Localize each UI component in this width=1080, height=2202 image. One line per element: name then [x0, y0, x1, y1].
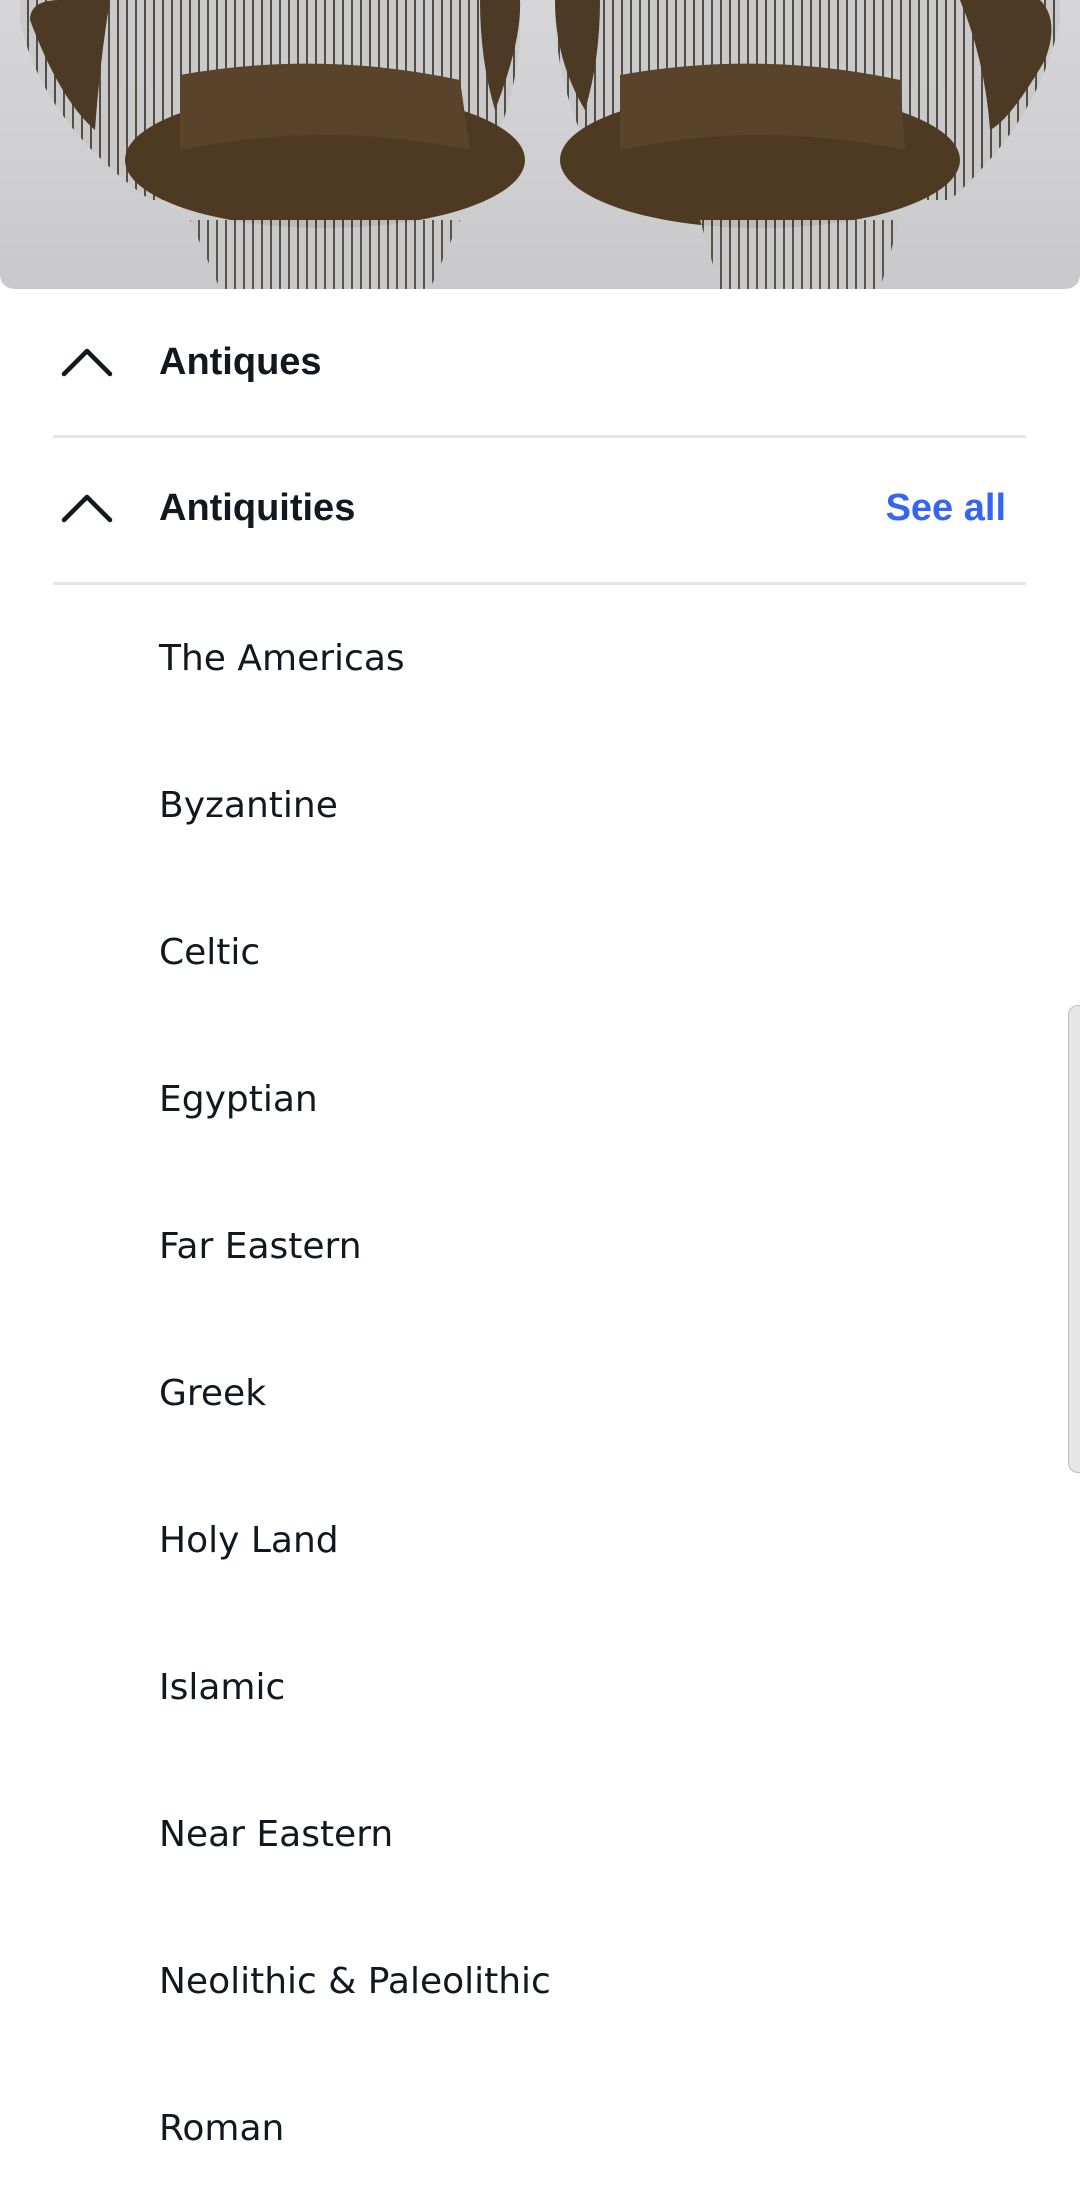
subcategory-item[interactable]: Byzantine — [159, 732, 1019, 879]
section-antiques[interactable]: Antiques — [53, 289, 1026, 435]
section-title: Antiquities — [159, 486, 356, 529]
subcategory-item[interactable]: Near Eastern — [159, 1761, 1019, 1908]
section-antiquities[interactable]: Antiquities See all — [53, 435, 1026, 581]
subcategory-item[interactable]: Holy Land — [159, 1467, 1019, 1614]
subcategory-item[interactable]: Far Eastern — [159, 1173, 1019, 1320]
subcategory-item[interactable]: Celtic — [159, 879, 1019, 1026]
section-title: Antiques — [159, 340, 322, 383]
chairs-photo — [20, 0, 1060, 289]
scrollbar[interactable] — [1068, 1005, 1080, 1473]
subcategory-item[interactable]: Neolithic & Paleolithic — [159, 1908, 1019, 2055]
subcategory-item[interactable]: The Americas — [159, 585, 1019, 732]
hero-image — [0, 0, 1080, 289]
subcategory-item[interactable]: Roman — [159, 2055, 1019, 2202]
subcategory-item[interactable]: Greek — [159, 1320, 1019, 1467]
chevron-up-icon[interactable] — [56, 477, 118, 539]
see-all-link[interactable]: See all — [886, 487, 1006, 530]
subcategory-item[interactable]: Egyptian — [159, 1026, 1019, 1173]
subcategory-item[interactable]: Islamic — [159, 1614, 1019, 1761]
chevron-up-icon[interactable] — [56, 331, 118, 393]
